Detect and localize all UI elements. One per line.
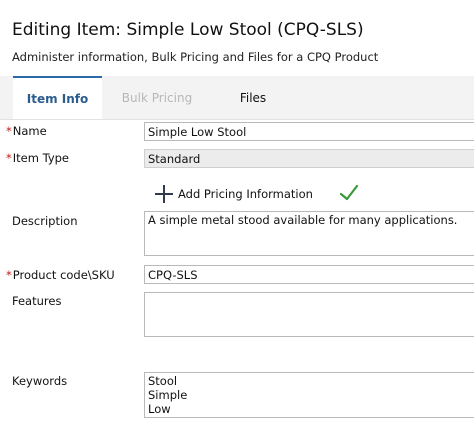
check-icon [339, 184, 359, 201]
tab-files[interactable]: Files [228, 76, 278, 119]
features-label: Features [12, 294, 62, 308]
add-pricing-label: Add Pricing Information [178, 187, 313, 201]
required-marker: * [6, 268, 12, 282]
keywords-label: Keywords [12, 374, 68, 388]
product-code-label: *Product code\SKU [6, 268, 115, 282]
keyword-line: Low [148, 402, 171, 416]
required-marker: * [6, 151, 12, 165]
keywords-field[interactable]: Stool Simple Low [144, 372, 474, 418]
keyword-line: Stool [148, 374, 178, 388]
product-code-field[interactable]: CPQ-SLS [144, 265, 474, 284]
keyword-line: Simple [148, 388, 188, 402]
name-field[interactable]: Simple Low Stool [144, 122, 474, 141]
features-field[interactable] [144, 292, 474, 337]
add-pricing-button[interactable]: Add Pricing Information [155, 183, 313, 205]
item-type-field[interactable]: Standard [144, 149, 474, 168]
page-subtitle: Administer information, Bulk Pricing and… [12, 50, 379, 64]
required-marker: * [6, 124, 12, 138]
page-title: Editing Item: Simple Low Stool (CPQ-SLS) [12, 20, 364, 40]
name-label: *Name [6, 124, 47, 138]
plus-icon [155, 185, 173, 203]
tab-bulk-pricing: Bulk Pricing [121, 91, 193, 105]
tab-item-info[interactable]: Item Info [13, 76, 102, 119]
tab-bar: Item Info Bulk Pricing Files [0, 76, 474, 120]
description-label: Description [12, 214, 78, 228]
description-field[interactable]: A simple metal stood available for many … [144, 211, 474, 256]
item-type-label: *Item Type [6, 151, 69, 165]
